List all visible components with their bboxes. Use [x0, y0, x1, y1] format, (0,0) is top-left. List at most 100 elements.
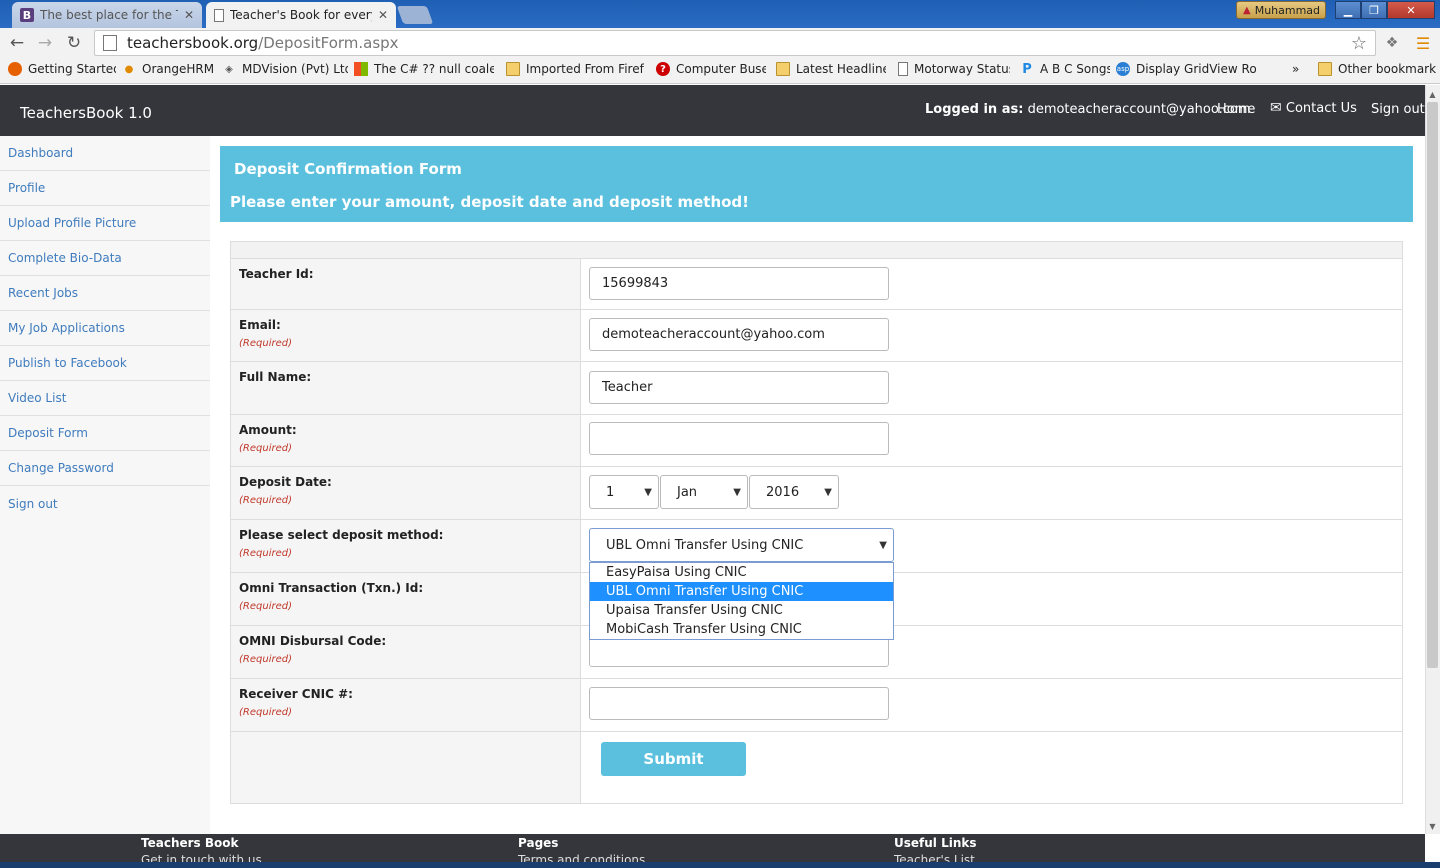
nav-signout[interactable]: Sign out: [1371, 102, 1425, 117]
required-note: (Required): [239, 443, 292, 454]
window-close-button[interactable]: ✕: [1387, 1, 1435, 19]
nav-home[interactable]: Home: [1217, 102, 1255, 117]
reload-icon[interactable]: ↻: [63, 32, 85, 54]
receiver-cnic-input[interactable]: [589, 687, 889, 720]
dropbox-icon[interactable]: ❖: [1381, 32, 1403, 54]
bookmark-item[interactable]: Imported From Firefo: [506, 62, 644, 76]
bookmark-item[interactable]: ● OrangeHRM: [122, 62, 214, 76]
scrollbar-thumb[interactable]: [1427, 102, 1438, 668]
option-easypaisa[interactable]: EasyPaisa Using CNIC: [590, 563, 893, 582]
sidebar-item-video-list[interactable]: Video List: [0, 381, 210, 416]
close-icon[interactable]: ✕: [184, 8, 194, 22]
teacher-id-input[interactable]: 15699843: [589, 267, 889, 300]
bookmark-item[interactable]: Other bookmarks: [1318, 62, 1436, 76]
sidebar-item-change-password[interactable]: Change Password: [0, 451, 210, 486]
sidebar-item-publish-facebook[interactable]: Publish to Facebook: [0, 346, 210, 381]
bookmark-item[interactable]: ◈ MDVision (Pvt) Ltd.: [222, 62, 348, 76]
row-submit: [231, 732, 1402, 803]
omni-txn-label: Omni Transaction (Txn.) Id:: [239, 581, 424, 595]
footer-link[interactable]: Get in touch with us: [141, 853, 262, 862]
star-icon[interactable]: ☆: [1351, 33, 1367, 54]
sidebar-item-bio-data[interactable]: Complete Bio-Data: [0, 241, 210, 276]
deposit-month-select[interactable]: Jan ▼: [660, 475, 748, 509]
deposit-method-select[interactable]: UBL Omni Transfer Using CNIC ▼: [589, 528, 894, 562]
required-note: (Required): [239, 601, 292, 612]
app-navbar: TeachersBook 1.0 Logged in as: demoteach…: [0, 85, 1425, 136]
close-icon[interactable]: ✕: [378, 8, 388, 22]
option-mobicash[interactable]: MobiCash Transfer Using CNIC: [590, 620, 893, 639]
menu-icon[interactable]: ☰: [1412, 32, 1434, 54]
option-upaisa[interactable]: Upaisa Transfer Using CNIC: [590, 601, 893, 620]
sidebar-item-profile[interactable]: Profile: [0, 171, 210, 206]
sidebar-item-dashboard[interactable]: Dashboard: [0, 136, 210, 171]
more-bookmarks-button[interactable]: »: [1292, 62, 1306, 76]
sidebar-item-job-applications[interactable]: My Job Applications: [0, 311, 210, 346]
submit-button[interactable]: Submit: [601, 742, 746, 776]
brand-link[interactable]: TeachersBook 1.0: [20, 104, 152, 122]
mdvision-icon: ◈: [225, 63, 233, 75]
required-note: (Required): [239, 654, 292, 665]
bookmark-item[interactable]: ? Computer Buses: [656, 62, 766, 76]
url-input[interactable]: teachersbook.org/DepositForm.aspx ☆: [94, 30, 1376, 56]
chevron-down-icon: ▼: [824, 486, 832, 498]
footer-link[interactable]: Terms and conditions: [518, 853, 645, 862]
sidebar-item-upload-picture[interactable]: Upload Profile Picture: [0, 206, 210, 241]
option-ubl-omni[interactable]: UBL Omni Transfer Using CNIC: [590, 582, 893, 601]
bookmark-item[interactable]: Getting Started: [8, 62, 116, 76]
amount-input[interactable]: [589, 422, 889, 455]
omni-code-label: OMNI Disbursal Code:: [239, 634, 387, 648]
blog-icon: B: [20, 8, 34, 22]
required-note: (Required): [239, 548, 292, 559]
browser-tab-1[interactable]: B The best place for the Tea ✕: [12, 2, 202, 28]
forward-icon[interactable]: →: [34, 32, 56, 54]
footer-col-useful-links: Useful Links: [894, 836, 977, 850]
nav-contact[interactable]: ✉ Contact Us: [1270, 100, 1357, 116]
sidebar: Dashboard Profile Upload Profile Picture…: [0, 136, 210, 834]
bookmark-item[interactable]: PA B C Songs: [1020, 62, 1110, 76]
page-icon: [898, 62, 908, 76]
bookmarks-bar: Getting Started ● OrangeHRM ◈ MDVision (Pv…: [0, 58, 1440, 84]
microsoft-icon: [354, 62, 368, 76]
footer-col-pages: Pages: [518, 836, 559, 850]
chevron-down-icon: ▼: [879, 539, 887, 551]
scroll-up-icon[interactable]: ▲: [1425, 86, 1440, 102]
deposit-day-select[interactable]: 1 ▼: [589, 475, 659, 509]
folder-icon: [1318, 62, 1332, 76]
browser-tab-2[interactable]: Teacher's Book for every t ✕: [206, 2, 396, 28]
tab-label: The best place for the Tea: [40, 8, 178, 22]
minimize-button[interactable]: ▁: [1335, 1, 1361, 19]
bookmark-item[interactable]: asp Display GridView Row: [1116, 62, 1256, 76]
banner-subtitle: Please enter your amount, deposit date a…: [230, 193, 750, 211]
footer-link[interactable]: Teacher's List: [894, 853, 975, 862]
asp-icon: asp: [1116, 62, 1130, 76]
scroll-down-icon[interactable]: ▼: [1425, 818, 1440, 834]
email-input[interactable]: demoteacheraccount@yahoo.com: [589, 318, 889, 351]
deposit-year-select[interactable]: 2016 ▼: [749, 475, 839, 509]
os-taskbar: [0, 862, 1440, 868]
page-icon: [103, 35, 117, 51]
profile-button[interactable]: ▲ Muhammad: [1236, 1, 1326, 19]
p-icon: P: [1022, 62, 1032, 76]
question-icon: ?: [656, 62, 670, 76]
deposit-method-label: Please select deposit method:: [239, 528, 444, 542]
bookmark-item[interactable]: Motorway Status: [898, 62, 1010, 76]
logged-in-label: Logged in as:: [925, 102, 1024, 117]
sidebar-item-recent-jobs[interactable]: Recent Jobs: [0, 276, 210, 311]
back-icon[interactable]: ←: [6, 32, 28, 54]
bookmark-item[interactable]: The C# ?? null coalesc: [354, 62, 494, 76]
bookmark-item[interactable]: Latest Headlines: [776, 62, 886, 76]
folder-icon: [776, 62, 790, 76]
deposit-year-value: 2016: [766, 484, 800, 500]
address-bar-row: ← → ↻ teachersbook.org/DepositForm.aspx …: [0, 28, 1440, 58]
maximize-button[interactable]: ❐: [1361, 1, 1387, 19]
url-host: teachersbook.org: [127, 34, 259, 52]
sidebar-item-signout[interactable]: Sign out: [0, 486, 210, 521]
full-name-input[interactable]: Teacher: [589, 371, 889, 404]
new-tab-button[interactable]: [396, 6, 434, 24]
email-label: Email:: [239, 318, 281, 332]
sidebar-item-deposit-form[interactable]: Deposit Form: [0, 416, 210, 451]
form-banner: Deposit Confirmation Form Please enter y…: [220, 146, 1413, 222]
deposit-date-label: Deposit Date:: [239, 475, 332, 489]
footer-col-teachers-book: Teachers Book: [141, 836, 239, 850]
envelope-icon: ✉: [1270, 100, 1282, 116]
